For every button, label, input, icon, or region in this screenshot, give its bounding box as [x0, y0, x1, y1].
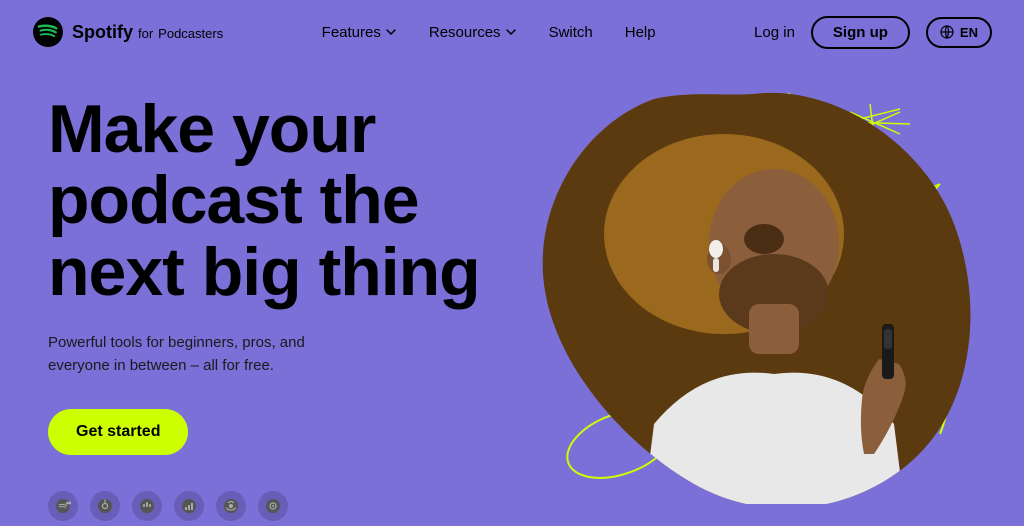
spotify-platform-icon — [48, 491, 78, 521]
platform-icons-row — [48, 491, 528, 521]
hero-image-blob — [524, 84, 984, 504]
logo-link[interactable]: Spotify for Podcasters — [32, 16, 223, 48]
language-label: EN — [960, 25, 978, 40]
switch-label: Switch — [549, 24, 593, 41]
castbox-icon — [258, 491, 288, 521]
chartable-icon — [174, 491, 204, 521]
logo-spotify-text: Spotify — [72, 22, 133, 43]
resources-label: Resources — [429, 24, 501, 41]
hero-title: Make your podcast the next big thing — [48, 94, 528, 308]
login-button[interactable]: Log in — [754, 24, 795, 41]
apple-podcast-icon — [90, 491, 120, 521]
logo-for-text: for — [138, 26, 153, 41]
hero-section: Make your podcast the next big thing Pow… — [0, 64, 1024, 526]
google-podcast-icon — [132, 491, 162, 521]
nav-right: Log in Sign up EN — [754, 16, 992, 49]
hero-content: Make your podcast the next big thing Pow… — [48, 94, 528, 526]
features-chevron-icon — [385, 26, 397, 38]
main-nav: Spotify for Podcasters Features Resource… — [0, 0, 1024, 64]
blob-container — [524, 84, 984, 504]
hero-image-area — [464, 64, 1024, 526]
nav-features[interactable]: Features — [322, 24, 397, 41]
nav-resources[interactable]: Resources — [429, 24, 517, 41]
overcast-icon — [216, 491, 246, 521]
logo-podcasters-text: Podcasters — [158, 26, 223, 41]
help-label: Help — [625, 24, 656, 41]
spotify-logo-icon — [32, 16, 64, 48]
nav-help[interactable]: Help — [625, 24, 656, 41]
signup-button[interactable]: Sign up — [811, 16, 910, 49]
language-selector[interactable]: EN — [926, 17, 992, 48]
nav-center: Features Resources Switch Help — [322, 24, 656, 41]
get-started-button[interactable]: Get started — [48, 409, 188, 455]
globe-icon — [940, 25, 954, 39]
features-label: Features — [322, 24, 381, 41]
nav-switch[interactable]: Switch — [549, 24, 593, 41]
hero-subtitle: Powerful tools for beginners, pros, and … — [48, 332, 348, 377]
resources-chevron-icon — [505, 26, 517, 38]
